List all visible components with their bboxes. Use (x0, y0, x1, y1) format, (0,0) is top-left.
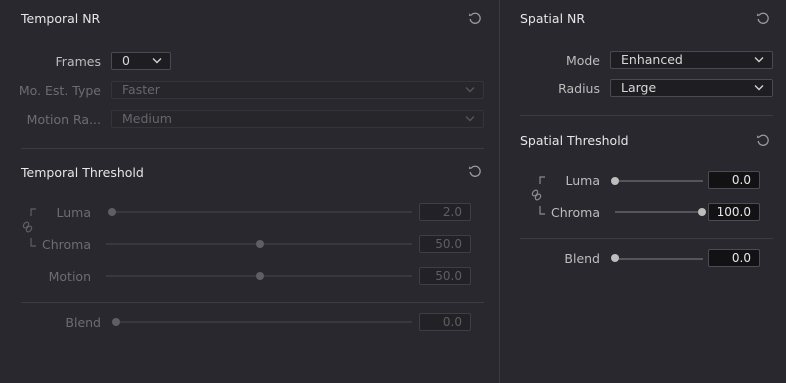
temporal-chroma-label: Chroma (42, 237, 91, 252)
frames-label: Frames (55, 54, 101, 69)
temporal-chroma-value[interactable]: 50.0 (419, 235, 471, 253)
spatial-nr-panel: Spatial NR Mode Enhanced Radius Large Sp… (500, 0, 786, 383)
mode-dropdown[interactable]: Enhanced (610, 51, 773, 69)
spatial-chroma-slider-knob[interactable] (698, 208, 706, 216)
temporal-nr-title: Temporal NR (21, 11, 101, 26)
spatial-blend-slider-track[interactable] (615, 258, 703, 260)
frames-value: 0 (122, 53, 130, 68)
temporal-chroma-slider-knob[interactable] (256, 240, 264, 248)
spatial-nr-reset-icon[interactable] (755, 10, 771, 26)
luma-chroma-link-icon[interactable] (21, 206, 41, 250)
mo-est-type-dropdown[interactable]: Faster (111, 81, 484, 99)
frames-dropdown[interactable]: 0 (111, 52, 171, 70)
chevron-down-icon (152, 58, 162, 64)
radius-label: Radius (558, 81, 600, 96)
motion-range-value: Medium (122, 111, 172, 126)
mo-est-type-value: Faster (122, 82, 160, 97)
temporal-luma-slider-track[interactable] (112, 211, 412, 213)
mode-value: Enhanced (621, 52, 683, 67)
chevron-down-icon (465, 116, 475, 122)
radius-value: Large (621, 80, 657, 95)
temporal-threshold-title: Temporal Threshold (21, 165, 144, 180)
temporal-luma-label: Luma (56, 205, 91, 220)
section-divider (520, 238, 773, 239)
temporal-nr-reset-icon[interactable] (467, 10, 483, 26)
temporal-blend-slider-knob[interactable] (112, 318, 120, 326)
spatial-blend-slider-knob[interactable] (611, 254, 619, 262)
radius-dropdown[interactable]: Large (610, 79, 773, 97)
spatial-threshold-title: Spatial Threshold (520, 133, 629, 148)
temporal-motion-label: Motion (48, 269, 91, 284)
spatial-blend-label: Blend (564, 251, 600, 266)
spatial-chroma-label: Chroma (551, 205, 600, 220)
luma-chroma-link-icon[interactable] (530, 174, 550, 218)
temporal-luma-slider-knob[interactable] (108, 208, 116, 216)
spatial-chroma-value[interactable]: 100.0 (708, 203, 760, 221)
temporal-blend-value[interactable]: 0.0 (419, 313, 471, 331)
mo-est-type-label: Mo. Est. Type (18, 83, 101, 98)
spatial-luma-value[interactable]: 0.0 (708, 171, 760, 189)
temporal-blend-slider-track[interactable] (116, 321, 412, 323)
chevron-down-icon (465, 87, 475, 93)
spatial-luma-slider-knob[interactable] (611, 177, 619, 185)
spatial-threshold-reset-icon[interactable] (755, 132, 771, 148)
temporal-threshold-reset-icon[interactable] (467, 163, 483, 179)
spatial-nr-title: Spatial NR (520, 11, 586, 26)
temporal-nr-panel: Temporal NR Frames 0 Mo. Est. Type Faste… (0, 0, 499, 383)
chevron-down-icon (754, 57, 764, 63)
temporal-motion-value[interactable]: 50.0 (419, 267, 471, 285)
spatial-luma-label: Luma (565, 173, 600, 188)
section-divider (21, 148, 484, 149)
temporal-blend-label: Blend (65, 315, 101, 330)
chevron-down-icon (754, 85, 764, 91)
motion-range-label: Motion Ra... (26, 112, 101, 127)
spatial-luma-slider-track[interactable] (615, 180, 703, 182)
section-divider (21, 302, 484, 303)
spatial-chroma-slider-track[interactable] (615, 211, 703, 213)
section-divider (520, 115, 773, 116)
temporal-luma-value[interactable]: 2.0 (419, 203, 471, 221)
motion-range-dropdown[interactable]: Medium (111, 110, 484, 128)
spatial-blend-value[interactable]: 0.0 (708, 249, 760, 267)
temporal-motion-slider-knob[interactable] (256, 272, 264, 280)
mode-label: Mode (565, 53, 600, 68)
